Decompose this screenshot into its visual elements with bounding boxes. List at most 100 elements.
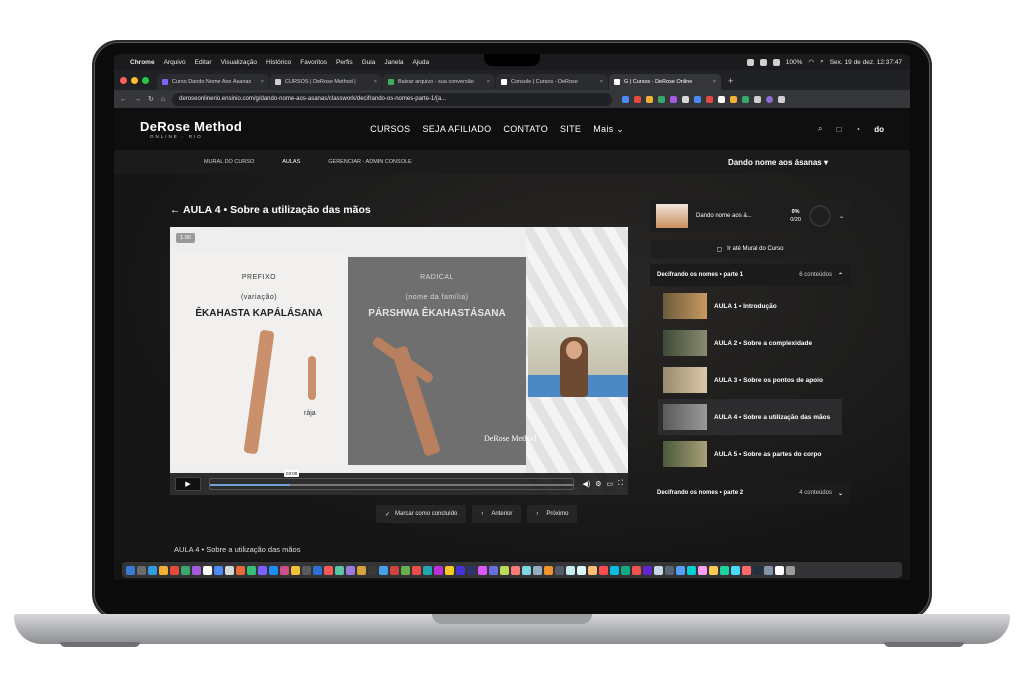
home-icon[interactable]: ⌂	[161, 96, 165, 103]
dock-app-icon[interactable]	[489, 565, 498, 575]
dock-app-icon[interactable]	[775, 565, 784, 575]
course-selector[interactable]: Dando nome aos ásanas ▾	[728, 158, 828, 167]
dock-app-icon[interactable]	[379, 565, 388, 575]
dock-app-icon[interactable]	[511, 565, 520, 575]
menu-item-arquivo[interactable]: Arquivo	[164, 59, 186, 66]
user-menu[interactable]: do	[874, 125, 884, 134]
next-lesson-button[interactable]: › Próximo	[527, 505, 578, 523]
lesson-item[interactable]: AULA 1 • Introdução	[658, 288, 842, 324]
dock-app-icon[interactable]	[302, 565, 311, 575]
dock-app-icon[interactable]	[555, 565, 564, 575]
clock-text[interactable]: Sex. 19 de dez. 12:37:47	[830, 59, 902, 66]
close-window-button[interactable]	[120, 77, 127, 84]
subnav-admin-console[interactable]: GERENCIAR - ADMIN CONSOLE	[328, 159, 411, 165]
status-icon[interactable]	[746, 58, 754, 66]
settings-gear-icon[interactable]: ⚙	[595, 480, 601, 488]
extension-icon[interactable]	[634, 95, 642, 103]
dock-app-icon[interactable]	[170, 565, 179, 575]
forward-icon[interactable]: →	[134, 96, 141, 103]
chevron-down-icon[interactable]: ⌄	[839, 213, 844, 220]
dock-app-icon[interactable]	[621, 565, 630, 575]
nav-seja-afiliado[interactable]: SEJA AFILIADO	[422, 124, 491, 135]
dock-app-icon[interactable]	[731, 565, 740, 575]
menu-app-name[interactable]: Chrome	[130, 59, 155, 66]
lesson-item[interactable]: AULA 2 • Sobre a complexidade	[658, 325, 842, 361]
address-bar[interactable]: deroseonlinerio.ensinio.com/g/dando-nome…	[172, 92, 613, 106]
dock-app-icon[interactable]	[599, 565, 608, 575]
previous-lesson-button[interactable]: ‹ Anterior	[472, 505, 522, 523]
back-arrow-icon[interactable]: ←	[170, 204, 183, 216]
menu-item-visualizacao[interactable]: Visualização	[221, 59, 257, 66]
close-tab-icon[interactable]: ×	[600, 79, 603, 85]
dock-app-icon[interactable]	[368, 565, 377, 575]
minimize-window-button[interactable]	[131, 77, 138, 84]
menu-item-historico[interactable]: Histórico	[266, 59, 291, 66]
menu-item-ajuda[interactable]: Ajuda	[413, 59, 430, 66]
browser-tab[interactable]: Baixar arquivo - sua conversão ×	[383, 74, 495, 90]
close-tab-icon[interactable]: ×	[713, 79, 716, 85]
dock-app-icon[interactable]	[401, 565, 410, 575]
download-icon[interactable]	[754, 95, 762, 103]
extension-icon[interactable]	[670, 95, 678, 103]
reload-icon[interactable]: ↻	[148, 95, 154, 103]
pip-icon[interactable]: ▭	[606, 480, 613, 488]
video-progress-bar[interactable]: 03:09	[209, 470, 575, 490]
menu-item-janela[interactable]: Janela	[384, 59, 403, 66]
mark-complete-button[interactable]: ✓ Marcar como concluído	[376, 505, 467, 523]
dock-app-icon[interactable]	[676, 565, 685, 575]
dock-app-icon[interactable]	[478, 565, 487, 575]
dock-app-icon[interactable]	[258, 565, 267, 575]
fullscreen-icon[interactable]: ⛶	[618, 480, 623, 488]
dock-app-icon[interactable]	[522, 565, 531, 575]
dock-app-icon[interactable]	[753, 565, 762, 575]
section-header-part-2[interactable]: Decifrando os nomes • parte 2 4 conteúdo…	[650, 482, 850, 504]
dock-app-icon[interactable]	[192, 565, 201, 575]
zoom-window-button[interactable]	[142, 77, 149, 84]
dock-app-icon[interactable]	[544, 565, 553, 575]
dock-app-icon[interactable]	[148, 565, 157, 575]
lesson-item[interactable]: AULA 3 • Sobre os pontos de apoio	[658, 362, 842, 398]
search-icon[interactable]: ⌕	[820, 58, 824, 66]
menu-item-guia[interactable]: Guia	[362, 59, 376, 66]
close-tab-icon[interactable]: ×	[374, 79, 377, 85]
battery-text[interactable]: 100%	[786, 59, 803, 66]
browser-tab[interactable]: Console | Cursos - DeRose ×	[496, 74, 608, 90]
dock-app-icon[interactable]	[643, 565, 652, 575]
dock-app-icon[interactable]	[324, 565, 333, 575]
dock-app-icon[interactable]	[214, 565, 223, 575]
wifi-icon[interactable]: ◠	[808, 58, 814, 66]
nav-contato[interactable]: CONTATO	[503, 124, 548, 135]
dock-app-icon[interactable]	[280, 565, 289, 575]
dock-app-icon[interactable]	[225, 565, 234, 575]
dock-app-icon[interactable]	[269, 565, 278, 575]
extension-icon[interactable]	[682, 95, 690, 103]
dock-app-icon[interactable]	[313, 565, 322, 575]
extension-icon[interactable]	[718, 95, 726, 103]
menu-item-perfis[interactable]: Perfis	[336, 59, 353, 66]
dock-app-icon[interactable]	[181, 565, 190, 575]
dock-app-icon[interactable]	[654, 565, 663, 575]
dock-app-icon[interactable]	[786, 565, 795, 575]
menu-item-editar[interactable]: Editar	[195, 59, 212, 66]
subnav-aulas[interactable]: AULAS	[282, 159, 300, 165]
profile-avatar-icon[interactable]	[766, 95, 774, 103]
extension-icon[interactable]	[730, 95, 738, 103]
browser-tab[interactable]: Curso Dando Nome Aos Ásanas ×	[157, 74, 269, 90]
video-player[interactable]: PREFIXO (variação) ÊKAHASTA KAPÁLÁSANA r…	[170, 227, 628, 495]
dock-app-icon[interactable]	[203, 565, 212, 575]
section-header-part-1[interactable]: Decifrando os nomes • parte 1 6 conteúdo…	[650, 264, 850, 286]
dock-app-icon[interactable]	[533, 565, 542, 575]
dock-app-icon[interactable]	[445, 565, 454, 575]
dock-app-icon[interactable]	[434, 565, 443, 575]
back-icon[interactable]: ←	[120, 96, 127, 103]
play-button[interactable]: ▶	[175, 477, 201, 491]
dock-app-icon[interactable]	[588, 565, 597, 575]
dock-app-icon[interactable]	[665, 565, 674, 575]
dock-app-icon[interactable]	[610, 565, 619, 575]
menu-dots-icon[interactable]	[778, 95, 786, 103]
search-icon[interactable]: ⌕	[818, 124, 822, 134]
course-progress-card[interactable]: Dando nome aos á... 0% 0/20 ⌄	[650, 200, 850, 232]
dock-app-icon[interactable]	[577, 565, 586, 575]
dock-app-icon[interactable]	[764, 565, 773, 575]
go-to-mural-button[interactable]: ▢ Ir até Mural do Curso	[650, 240, 850, 258]
